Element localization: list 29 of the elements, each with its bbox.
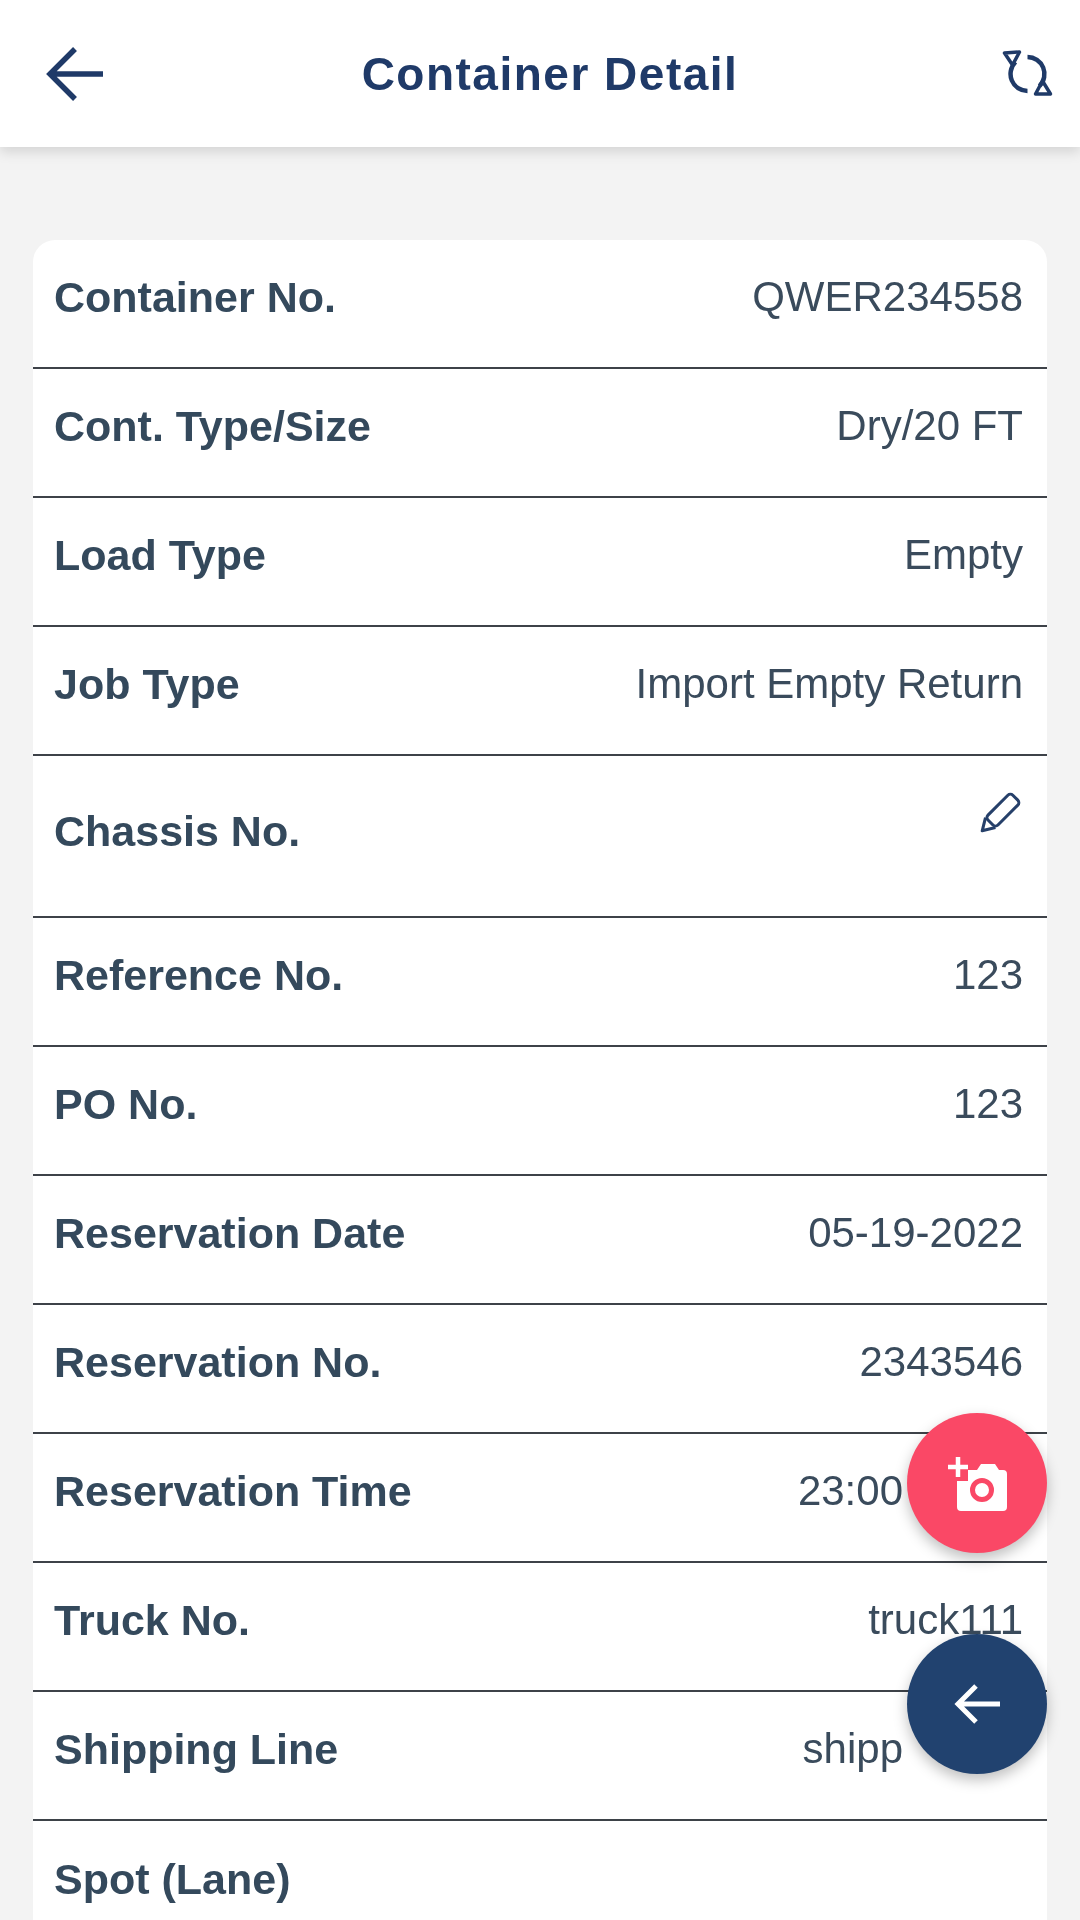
- refresh-icon[interactable]: [1000, 50, 1055, 97]
- left-arrow-icon: [953, 1683, 1001, 1725]
- field-label: Load Type: [54, 531, 266, 580]
- field-label: Job Type: [54, 660, 240, 709]
- field-value: Dry/20 FT: [836, 403, 1023, 450]
- field-value: Empty: [903, 532, 1023, 579]
- field-label: Cont. Type/Size: [54, 402, 371, 451]
- camera-plus-icon: [947, 1455, 1007, 1511]
- field-label: Spot (Lane): [54, 1855, 291, 1904]
- field-label: Shipping Line: [54, 1725, 339, 1774]
- field-value: truck111: [868, 1597, 1023, 1644]
- field-value: QWER234558: [752, 274, 1023, 321]
- field-value: 123: [952, 952, 1023, 999]
- field-label: PO No.: [54, 1080, 198, 1129]
- field-label: Chassis No.: [54, 808, 301, 856]
- back-arrow-icon[interactable]: [45, 44, 105, 103]
- field-label: Reservation Date: [54, 1209, 406, 1258]
- field-value: 123: [952, 1081, 1023, 1128]
- field-label: Reservation No.: [54, 1338, 382, 1387]
- field-value: Import Empty Return: [635, 661, 1023, 708]
- field-value: 05-19-2022: [808, 1210, 1023, 1257]
- field-label: Reservation Time: [54, 1467, 412, 1516]
- page-title: Container Detail: [361, 46, 739, 101]
- field-value: shipp: [802, 1726, 903, 1773]
- field-value: 23:00: [797, 1468, 903, 1515]
- field-label: Container No.: [54, 273, 336, 322]
- field-value: 2343546: [859, 1339, 1023, 1386]
- field-label: Truck No.: [54, 1596, 250, 1645]
- field-label: Reference No.: [54, 951, 344, 1000]
